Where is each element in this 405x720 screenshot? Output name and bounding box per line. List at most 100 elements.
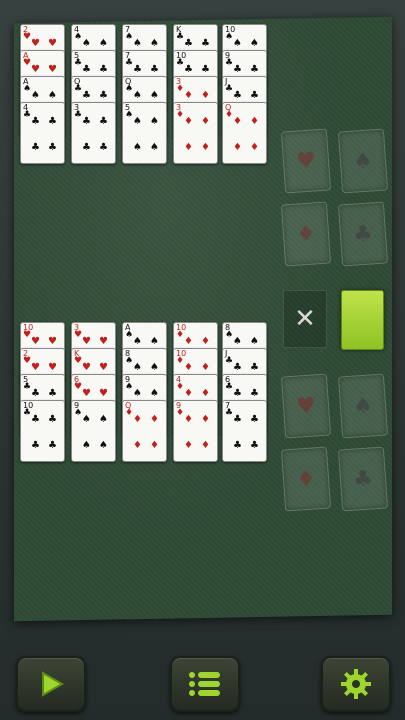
card-pip-icon: ♣ <box>48 388 57 399</box>
card-pip-icon: ♠ <box>133 336 142 347</box>
card-pips: ♣ ♣ ♣ ♣ <box>31 117 57 153</box>
card-suit-icon: ♣ <box>176 58 185 68</box>
card-pip-icon: ♣ <box>48 414 57 425</box>
card-pip-icon: ♦ <box>201 116 210 127</box>
card-pips: ♣ ♣ ♣ ♣ <box>233 415 259 451</box>
card-pip-icon: ♣ <box>233 362 242 373</box>
card-pip-icon: ♣ <box>233 414 242 425</box>
foundation-hearts-1[interactable]: ♥ <box>280 128 332 194</box>
card-suit-icon: ♦ <box>176 382 185 392</box>
card-pip-icon: ♣ <box>233 388 242 399</box>
playing-card[interactable]: 4 ♣ ♣ ♣ ♣ ♣ <box>20 102 65 164</box>
card-suit-icon: ♠ <box>23 84 32 94</box>
card-suit-icon: ♦ <box>176 356 185 366</box>
card-pip-icon: ♦ <box>201 362 210 373</box>
card-pip-icon: ♥ <box>99 336 108 347</box>
card-pip-icon: ♣ <box>250 414 259 425</box>
stock-pile[interactable] <box>341 290 384 350</box>
cancel-button[interactable]: ✕ <box>283 290 327 348</box>
playing-card[interactable]: Q ♦ ♦ ♦ ♦ ♦ <box>122 400 167 462</box>
playing-card[interactable]: 3♦♦♦♦♦ <box>173 102 218 164</box>
card-pip-icon: ♣ <box>201 64 210 75</box>
card-suit-icon: ♣ <box>23 382 32 392</box>
card-pip-icon: ♣ <box>250 90 259 101</box>
card-pip-icon: ♠ <box>133 362 142 373</box>
play-button[interactable] <box>16 656 86 712</box>
foundation-diamonds-2[interactable]: ♦ <box>280 446 332 512</box>
card-pip-icon: ♦ <box>184 362 193 373</box>
card-pip-icon: ♠ <box>150 362 159 373</box>
card-pip-icon: ♣ <box>31 440 40 451</box>
settings-button[interactable] <box>321 656 391 712</box>
playing-card[interactable]: Q ♦ ♦ ♦ ♦ ♦ <box>222 102 267 164</box>
playing-card[interactable]: 9♠♠♠♠♠ <box>71 400 116 462</box>
card-suit-icon: ♣ <box>125 58 134 68</box>
card-pip-icon: ♠ <box>150 388 159 399</box>
card-pip-icon: ♦ <box>201 440 210 451</box>
heart-icon: ♥ <box>295 147 317 175</box>
list-icon <box>189 672 220 696</box>
card-pip-icon: ♣ <box>99 116 108 127</box>
card-pip-icon: ♣ <box>233 90 242 101</box>
card-pip-icon: ♥ <box>82 336 91 347</box>
card-pips: ♠ ♠ ♠ ♠ <box>133 117 159 153</box>
card-pip-icon: ♠ <box>133 388 142 399</box>
card-pip-icon: ♦ <box>184 388 193 399</box>
card-pip-icon: ♠ <box>233 38 242 49</box>
card-pip-icon: ♠ <box>82 440 91 451</box>
club-icon: ♣ <box>352 465 374 493</box>
card-suit-icon: ♣ <box>74 84 83 94</box>
card-pip-icon: ♦ <box>184 90 193 101</box>
card-pip-icon: ♣ <box>150 64 159 75</box>
card-pip-icon: ♣ <box>31 116 40 127</box>
card-suit-icon: ♦ <box>176 408 185 418</box>
card-pip-icon: ♦ <box>133 440 142 451</box>
card-suit-icon: ♣ <box>23 408 32 418</box>
card-pip-icon: ♣ <box>201 38 210 49</box>
card-pip-icon: ♥ <box>82 388 91 399</box>
card-suit-icon: ♣ <box>225 84 234 94</box>
card-pip-icon: ♣ <box>82 90 91 101</box>
card-pip-icon: ♥ <box>31 64 40 75</box>
card-pip-icon: ♦ <box>150 414 159 425</box>
card-suit-icon: ♦ <box>225 110 234 120</box>
playing-card[interactable]: 7♣♣♣♣♣ <box>222 400 267 462</box>
card-pip-icon: ♣ <box>82 116 91 127</box>
card-pip-icon: ♥ <box>82 362 91 373</box>
card-pip-icon: ♣ <box>48 142 57 153</box>
card-pip-icon: ♦ <box>184 142 193 153</box>
card-suit-icon: ♠ <box>125 330 134 340</box>
menu-button[interactable] <box>170 656 240 712</box>
card-pip-icon: ♣ <box>99 64 108 75</box>
spade-icon: ♠ <box>352 392 374 420</box>
foundation-spades-2[interactable]: ♠ <box>337 373 389 439</box>
card-suit-icon: ♦ <box>176 110 185 120</box>
playing-card[interactable]: 10♣♣♣♣♣ <box>20 400 65 462</box>
foundation-hearts-2[interactable]: ♥ <box>280 373 332 439</box>
card-pip-icon: ♠ <box>31 90 40 101</box>
card-pip-icon: ♠ <box>99 414 108 425</box>
heart-icon: ♥ <box>295 392 317 420</box>
card-suit-icon: ♣ <box>225 408 234 418</box>
foundation-diamonds-1[interactable]: ♦ <box>280 201 332 267</box>
gear-icon <box>341 669 371 699</box>
diamond-icon: ♦ <box>295 220 317 248</box>
foundation-spades-1[interactable]: ♠ <box>337 128 389 194</box>
card-pip-icon: ♦ <box>201 388 210 399</box>
card-pips: ♠ ♠ ♠ ♠ <box>82 415 108 451</box>
card-pip-icon: ♣ <box>99 90 108 101</box>
playing-card[interactable]: 9 ♦ ♦ ♦ ♦ ♦ <box>173 400 218 462</box>
card-pip-icon: ♠ <box>133 116 142 127</box>
foundation-clubs-1[interactable]: ♣ <box>337 201 389 267</box>
foundation-clubs-2[interactable]: ♣ <box>337 446 389 512</box>
card-pip-icon: ♠ <box>150 116 159 127</box>
card-pip-icon: ♦ <box>201 336 210 347</box>
card-suit-icon: ♥ <box>23 356 32 366</box>
playing-card[interactable]: 3 ♣ ♣ ♣ ♣ ♣ <box>71 102 116 164</box>
card-pip-icon: ♣ <box>233 440 242 451</box>
card-suit-icon: ♠ <box>125 110 134 120</box>
playing-card[interactable]: 5 ♠ ♠ ♠ ♠ ♠ <box>122 102 167 164</box>
spade-icon: ♠ <box>352 147 374 175</box>
card-pip-icon: ♥ <box>48 336 57 347</box>
card-pip-icon: ♥ <box>48 64 57 75</box>
